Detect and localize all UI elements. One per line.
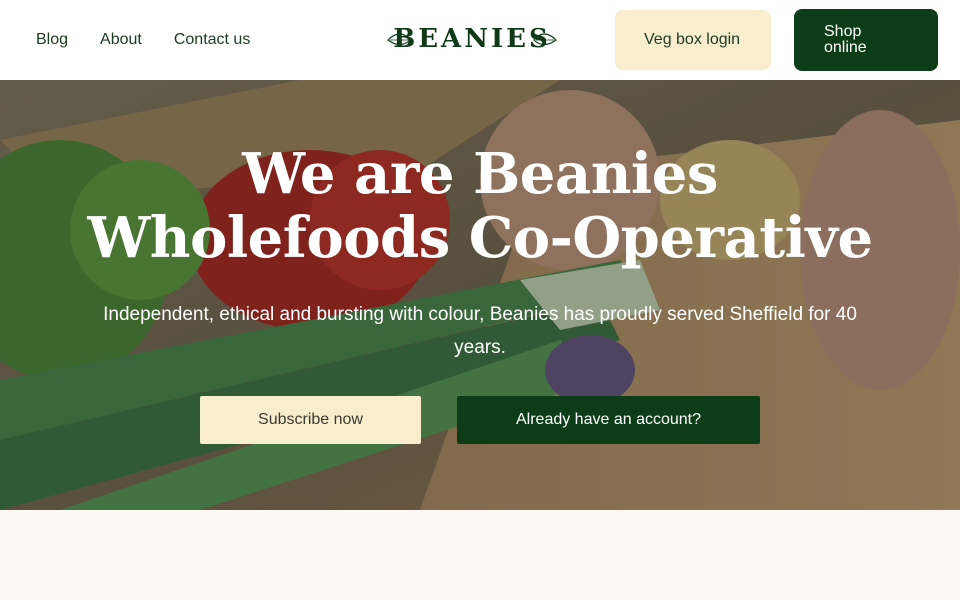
nav-link-blog[interactable]: Blog [36,31,68,49]
logo-wordmark: BEANIES [393,24,551,54]
hero-title-line-1: We are Beanies [242,141,718,207]
hero-title: We are Beanies Wholefoods Co-Operative [0,142,960,270]
existing-account-button[interactable]: Already have an account? [457,396,760,444]
hero-section: We are Beanies Wholefoods Co-Operative I… [0,80,960,510]
content-section [0,510,960,600]
nav-link-contact[interactable]: Contact us [174,31,250,49]
subscribe-button[interactable]: Subscribe now [200,396,421,444]
main-nav: Blog About Contact us [36,0,250,80]
site-logo[interactable]: BEANIES [386,22,558,56]
hero-subtitle: Independent, ethical and bursting with c… [103,304,857,358]
shop-online-button[interactable]: Shop online [794,9,938,71]
veg-box-login-button[interactable]: Veg box login [615,10,771,70]
nav-link-about[interactable]: About [100,31,142,49]
hero-title-line-2: Wholefoods Co-Operative [87,205,873,271]
site-header: Blog About Contact us BEANIES Veg box lo… [0,0,960,80]
